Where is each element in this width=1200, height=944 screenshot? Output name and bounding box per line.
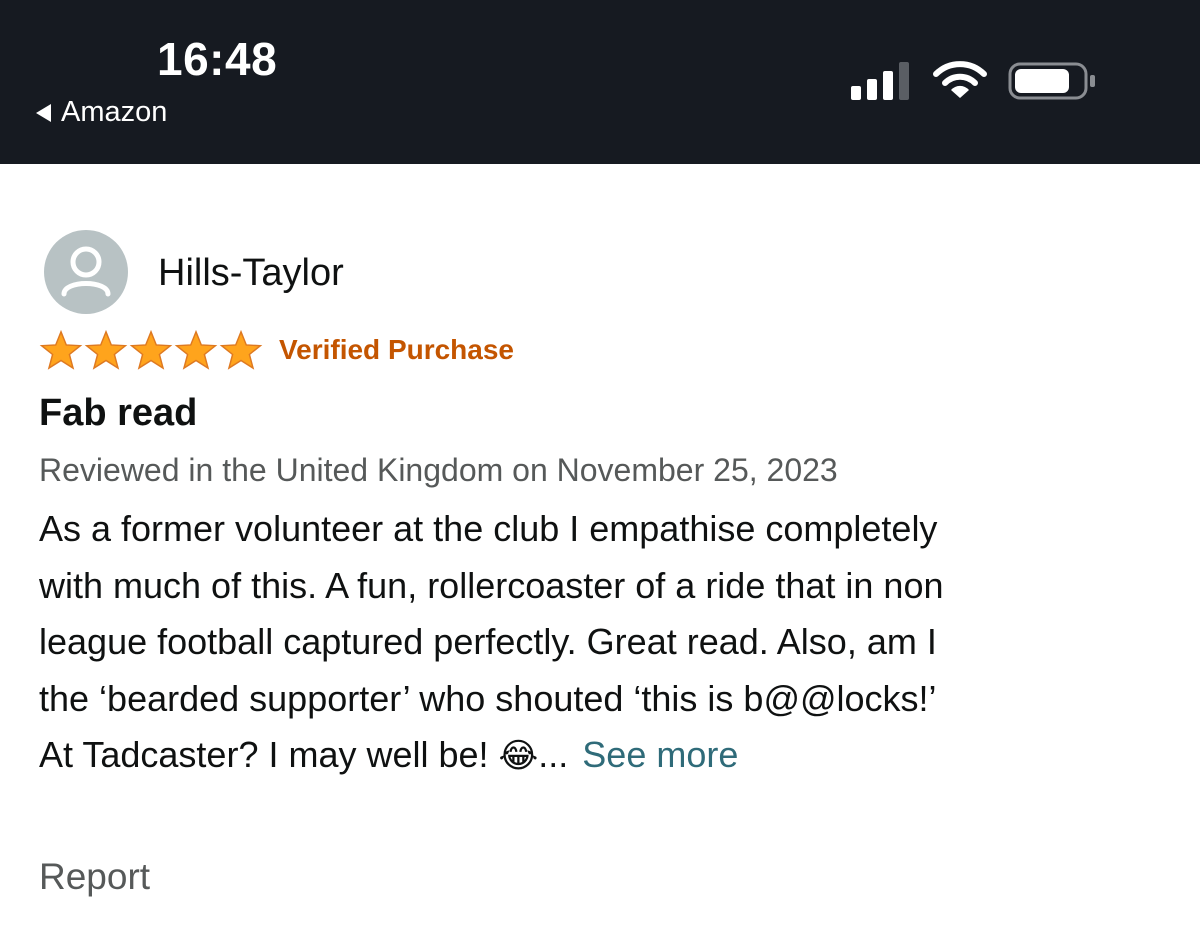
see-more-link[interactable]: See more <box>582 734 738 775</box>
star-icon <box>174 330 218 370</box>
back-app-label: Amazon <box>61 96 168 128</box>
review-body-line-last: At Tadcaster? I may well be! 😂... See mor… <box>39 727 1179 785</box>
star-icon <box>129 330 173 370</box>
truncation-ellipsis: ... <box>538 734 569 775</box>
star-icon <box>39 330 83 370</box>
star-icon <box>219 330 263 370</box>
back-arrow-icon <box>36 103 51 122</box>
reviewer-name[interactable]: Hills-Taylor <box>158 252 344 295</box>
verified-purchase-badge: Verified Purchase <box>279 334 515 365</box>
review-title: Fab read <box>39 392 198 434</box>
customer-review: Hills-Taylor Verified Purchase Fab read … <box>0 164 1200 944</box>
wifi-icon <box>933 61 987 98</box>
review-body-line: At Tadcaster? I may well be! <box>39 734 499 775</box>
report-link[interactable]: Report <box>39 856 150 898</box>
review-body-line: As a former volunteer at the club I empa… <box>39 508 938 549</box>
review-date-location: Reviewed in the United Kingdom on Novemb… <box>39 452 838 488</box>
user-icon <box>61 246 111 297</box>
review-body-line: with much of this. A fun, rollercoaster … <box>39 564 944 606</box>
status-time: 16:48 <box>157 33 278 85</box>
laughing-emoji: 😂 <box>498 737 539 775</box>
star-rating <box>39 330 263 372</box>
back-to-app-link[interactable]: Amazon <box>36 96 167 129</box>
review-body-line: league football captured perfectly. Grea… <box>39 621 937 662</box>
status-bar: 16:48 Amazon <box>0 0 1200 164</box>
battery-icon <box>1008 62 1095 100</box>
review-body-line: the ‘bearded supporter’ who shouted ‘thi… <box>39 677 937 719</box>
cellular-signal-icon <box>851 62 909 100</box>
review-body: As a former volunteer at the club I empa… <box>39 501 1179 785</box>
avatar[interactable] <box>44 230 128 314</box>
star-icon <box>84 330 128 370</box>
